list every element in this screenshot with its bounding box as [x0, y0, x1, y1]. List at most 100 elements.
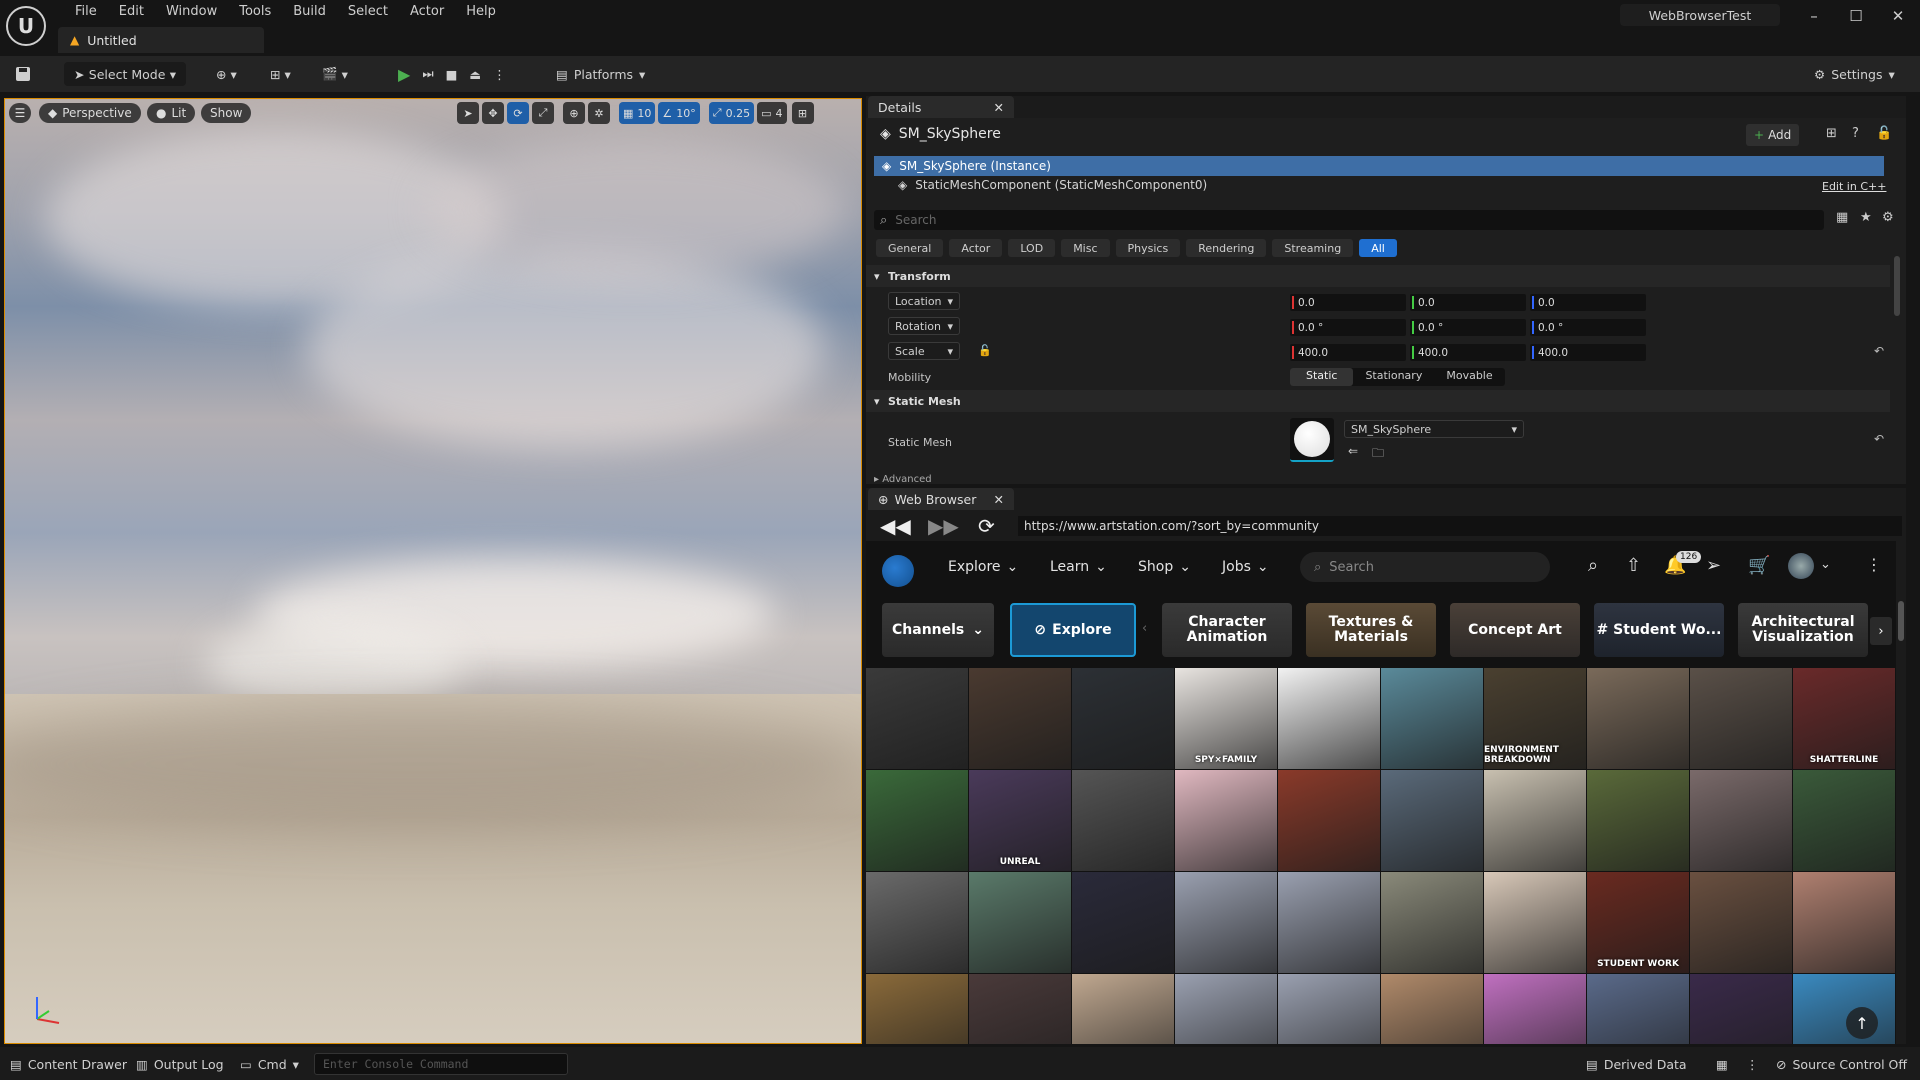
back-icon[interactable]: ◀◀ [880, 514, 911, 538]
artwork-thumbnail[interactable] [1793, 974, 1895, 1044]
more-options-icon[interactable]: ⋮ [493, 67, 506, 82]
save-icon[interactable] [14, 62, 32, 86]
artwork-thumbnail[interactable] [1690, 770, 1792, 871]
close-icon[interactable]: ✕ [994, 492, 1004, 507]
blueprint-button[interactable]: ⊞ ▾ [270, 62, 291, 86]
reset-static-mesh-icon[interactable]: ↶ [1874, 432, 1884, 446]
site-search-input[interactable]: Search [1329, 560, 1374, 575]
artwork-thumbnail[interactable] [969, 872, 1071, 973]
advanced-section[interactable]: ▸ Advanced [874, 474, 932, 484]
cinematics-button[interactable]: 🎬 ▾ [322, 62, 348, 86]
artwork-thumbnail[interactable] [1175, 770, 1277, 871]
artwork-thumbnail[interactable] [1278, 770, 1380, 871]
component-instance-row[interactable]: ◈ SM_SkySphere (Instance) [874, 156, 1884, 176]
transform-section-header[interactable]: ▾ Transform [866, 265, 1890, 287]
content-drawer-button[interactable]: ▤ Content Drawer [10, 1053, 127, 1075]
filter-general[interactable]: General [876, 239, 944, 257]
scale-tool-icon[interactable]: ⤢ [532, 102, 554, 124]
artwork-thumbnail[interactable] [1278, 668, 1380, 769]
artwork-thumbnail[interactable] [866, 770, 968, 871]
filter-physics[interactable]: Physics [1115, 239, 1181, 257]
artwork-thumbnail[interactable] [1175, 974, 1277, 1044]
artwork-thumbnail[interactable] [1793, 770, 1895, 871]
derived-data-button[interactable]: ▤ Derived Data [1586, 1053, 1687, 1075]
details-scrollbar[interactable] [1894, 256, 1900, 316]
channel-character-animation[interactable]: Character Animation [1162, 603, 1292, 657]
artwork-thumbnail[interactable] [1793, 872, 1895, 973]
lock-icon[interactable]: 🔓 [1876, 126, 1892, 141]
details-tab[interactable]: Details ✕ [868, 96, 1014, 118]
channel-textures-materials[interactable]: Textures & Materials [1306, 603, 1436, 657]
select-tool-icon[interactable]: ➤ [457, 102, 479, 124]
rotation-y[interactable]: 0.0 ° [1410, 319, 1526, 336]
artwork-thumbnail[interactable] [1072, 872, 1174, 973]
perspective-button[interactable]: ◆ Perspective [39, 103, 141, 123]
help-icon[interactable]: ? [1852, 126, 1859, 141]
search-icon[interactable]: ⌕ [1588, 555, 1598, 576]
web-scrollbar-track[interactable] [1896, 541, 1906, 1044]
details-search-input[interactable]: Search [895, 213, 936, 227]
mobility-stationary[interactable]: Stationary [1353, 368, 1434, 386]
menu-edit[interactable]: Edit [108, 4, 155, 20]
cart-icon[interactable]: 🛒 [1748, 555, 1770, 576]
platforms-button[interactable]: ▤ Platforms ▾ [556, 62, 645, 86]
artwork-thumbnail[interactable] [1587, 770, 1689, 871]
filter-lod[interactable]: LOD [1008, 239, 1056, 257]
step-icon[interactable]: ⏭ [422, 66, 433, 82]
menu-tools[interactable]: Tools [228, 4, 282, 20]
filter-actor[interactable]: Actor [949, 239, 1003, 257]
stop-icon[interactable]: ■ [446, 67, 458, 82]
layout-icon[interactable]: ⊞ [791, 102, 814, 124]
filter-rendering[interactable]: Rendering [1186, 239, 1267, 257]
web-scrollbar-thumb[interactable] [1898, 601, 1904, 641]
details-search[interactable]: ⌕ Search [874, 210, 1824, 230]
scroll-top-icon[interactable]: ↑ [1846, 1007, 1878, 1039]
location-z[interactable]: 0.0 [1530, 294, 1646, 311]
location-dropdown[interactable]: Location ▾ [888, 292, 960, 310]
browse-icon[interactable]: 🗀 [1372, 444, 1384, 465]
artwork-thumbnail[interactable] [866, 668, 968, 769]
menu-window[interactable]: Window [155, 4, 228, 20]
rotate-tool-icon[interactable]: ⟳ [507, 102, 529, 124]
component-row[interactable]: ◈ StaticMeshComponent (StaticMeshComponen… [898, 178, 1207, 192]
upload-icon[interactable]: ⇧ [1626, 555, 1641, 576]
add-actor-button[interactable]: ⊕ ▾ [216, 62, 237, 86]
artwork-thumbnail[interactable] [969, 974, 1071, 1044]
artwork-thumbnail[interactable] [1381, 770, 1483, 871]
artwork-thumbnail[interactable] [1175, 872, 1277, 973]
mobility-movable[interactable]: Movable [1434, 368, 1504, 386]
chevron-down-icon[interactable]: ⌄ [1820, 557, 1831, 572]
web-browser-tab[interactable]: ⊕ Web Browser ✕ [868, 488, 1014, 510]
static-mesh-picker[interactable]: SM_SkySphere ▾ [1344, 420, 1524, 438]
scale-snap-button[interactable]: ⤢ 0.25 [708, 102, 755, 124]
nav-explore[interactable]: Explore ⌄ [948, 559, 1018, 575]
artwork-thumbnail[interactable] [1072, 770, 1174, 871]
filter-misc[interactable]: Misc [1061, 239, 1110, 257]
rotation-x[interactable]: 0.0 ° [1290, 319, 1406, 336]
static-mesh-section-header[interactable]: ▾ Static Mesh [866, 390, 1890, 412]
menu-file[interactable]: File [64, 4, 108, 20]
play-icon[interactable]: ▶ [398, 65, 410, 84]
forward-icon[interactable]: ▶▶ [928, 514, 959, 538]
lit-button[interactable]: ● Lit [147, 103, 196, 123]
artstation-logo-icon[interactable] [882, 555, 914, 587]
scale-dropdown[interactable]: Scale ▾ [888, 342, 960, 360]
show-button[interactable]: Show [201, 103, 252, 123]
scale-z[interactable]: 400.0 [1530, 344, 1646, 361]
artwork-thumbnail[interactable] [1690, 668, 1792, 769]
cmd-dropdown[interactable]: ▭ Cmd ▾ [240, 1053, 299, 1075]
artwork-thumbnail[interactable] [1278, 872, 1380, 973]
edit-in-cpp-link[interactable]: Edit in C++ [1822, 180, 1886, 193]
add-component-button[interactable]: + Add [1746, 124, 1800, 146]
grid-snap-button[interactable]: ▦ 10 [619, 102, 656, 124]
mobility-static[interactable]: Static [1290, 368, 1354, 386]
star-icon[interactable]: ★ [1860, 210, 1872, 225]
explore-channel-button[interactable]: ⊘ Explore [1010, 603, 1136, 657]
level-viewport[interactable]: ☰ ◆ Perspective ● Lit Show ➤ ✥ ⟳ ⤢ ⊕ ✲ ▦ 10… [4, 98, 862, 1044]
location-x[interactable]: 0.0 [1290, 294, 1406, 311]
artwork-thumbnail[interactable] [1072, 668, 1174, 769]
use-selected-icon[interactable]: ⇐ [1348, 444, 1358, 458]
channel-architectural-visualization[interactable]: Architectural Visualization [1738, 603, 1868, 657]
blueprint-icon[interactable]: ⊞ [1826, 126, 1837, 141]
nav-shop[interactable]: Shop ⌄ [1138, 559, 1191, 575]
